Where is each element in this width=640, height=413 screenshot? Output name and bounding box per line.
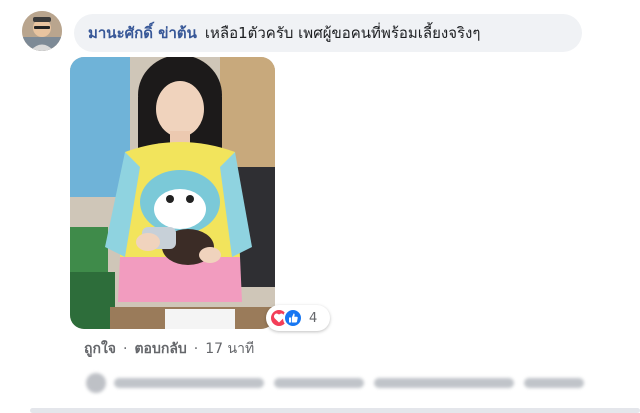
like-link[interactable]: ถูกใจ bbox=[84, 338, 116, 360]
avatar-photo bbox=[22, 11, 62, 51]
photo-image bbox=[70, 57, 275, 329]
comment-actions: ถูกใจ · ตอบกลับ · 17 นาที bbox=[84, 338, 254, 360]
comment-timestamp[interactable]: 17 นาที bbox=[205, 338, 254, 360]
bottom-divider bbox=[30, 408, 640, 413]
like-icon bbox=[283, 308, 303, 328]
comment-text: เหลือ1ตัวครับ เพศผู้ขอคนที่พร้อมเลี้ยงจร… bbox=[204, 24, 481, 42]
reply-preview-text bbox=[374, 378, 514, 388]
reply-link[interactable]: ตอบกลับ bbox=[134, 338, 186, 360]
reaction-count: 4 bbox=[309, 310, 318, 326]
reply-preview-text bbox=[524, 378, 584, 388]
action-separator: · bbox=[193, 341, 199, 357]
reply-preview-text bbox=[274, 378, 364, 388]
reply-preview-row[interactable] bbox=[86, 368, 640, 398]
comment-photo[interactable] bbox=[70, 57, 275, 329]
comment-author-name[interactable]: มานะศักดิ์ ข่าต้น bbox=[88, 21, 197, 45]
commenter-avatar[interactable] bbox=[22, 11, 62, 51]
reaction-summary[interactable]: 4 bbox=[266, 305, 330, 331]
action-separator: · bbox=[123, 341, 128, 357]
comment-bubble: มานะศักดิ์ ข่าต้น เหลือ1ตัวครับ เพศผู้ขอ… bbox=[74, 14, 582, 52]
reply-preview-text bbox=[114, 378, 264, 388]
reply-avatar bbox=[86, 373, 106, 393]
